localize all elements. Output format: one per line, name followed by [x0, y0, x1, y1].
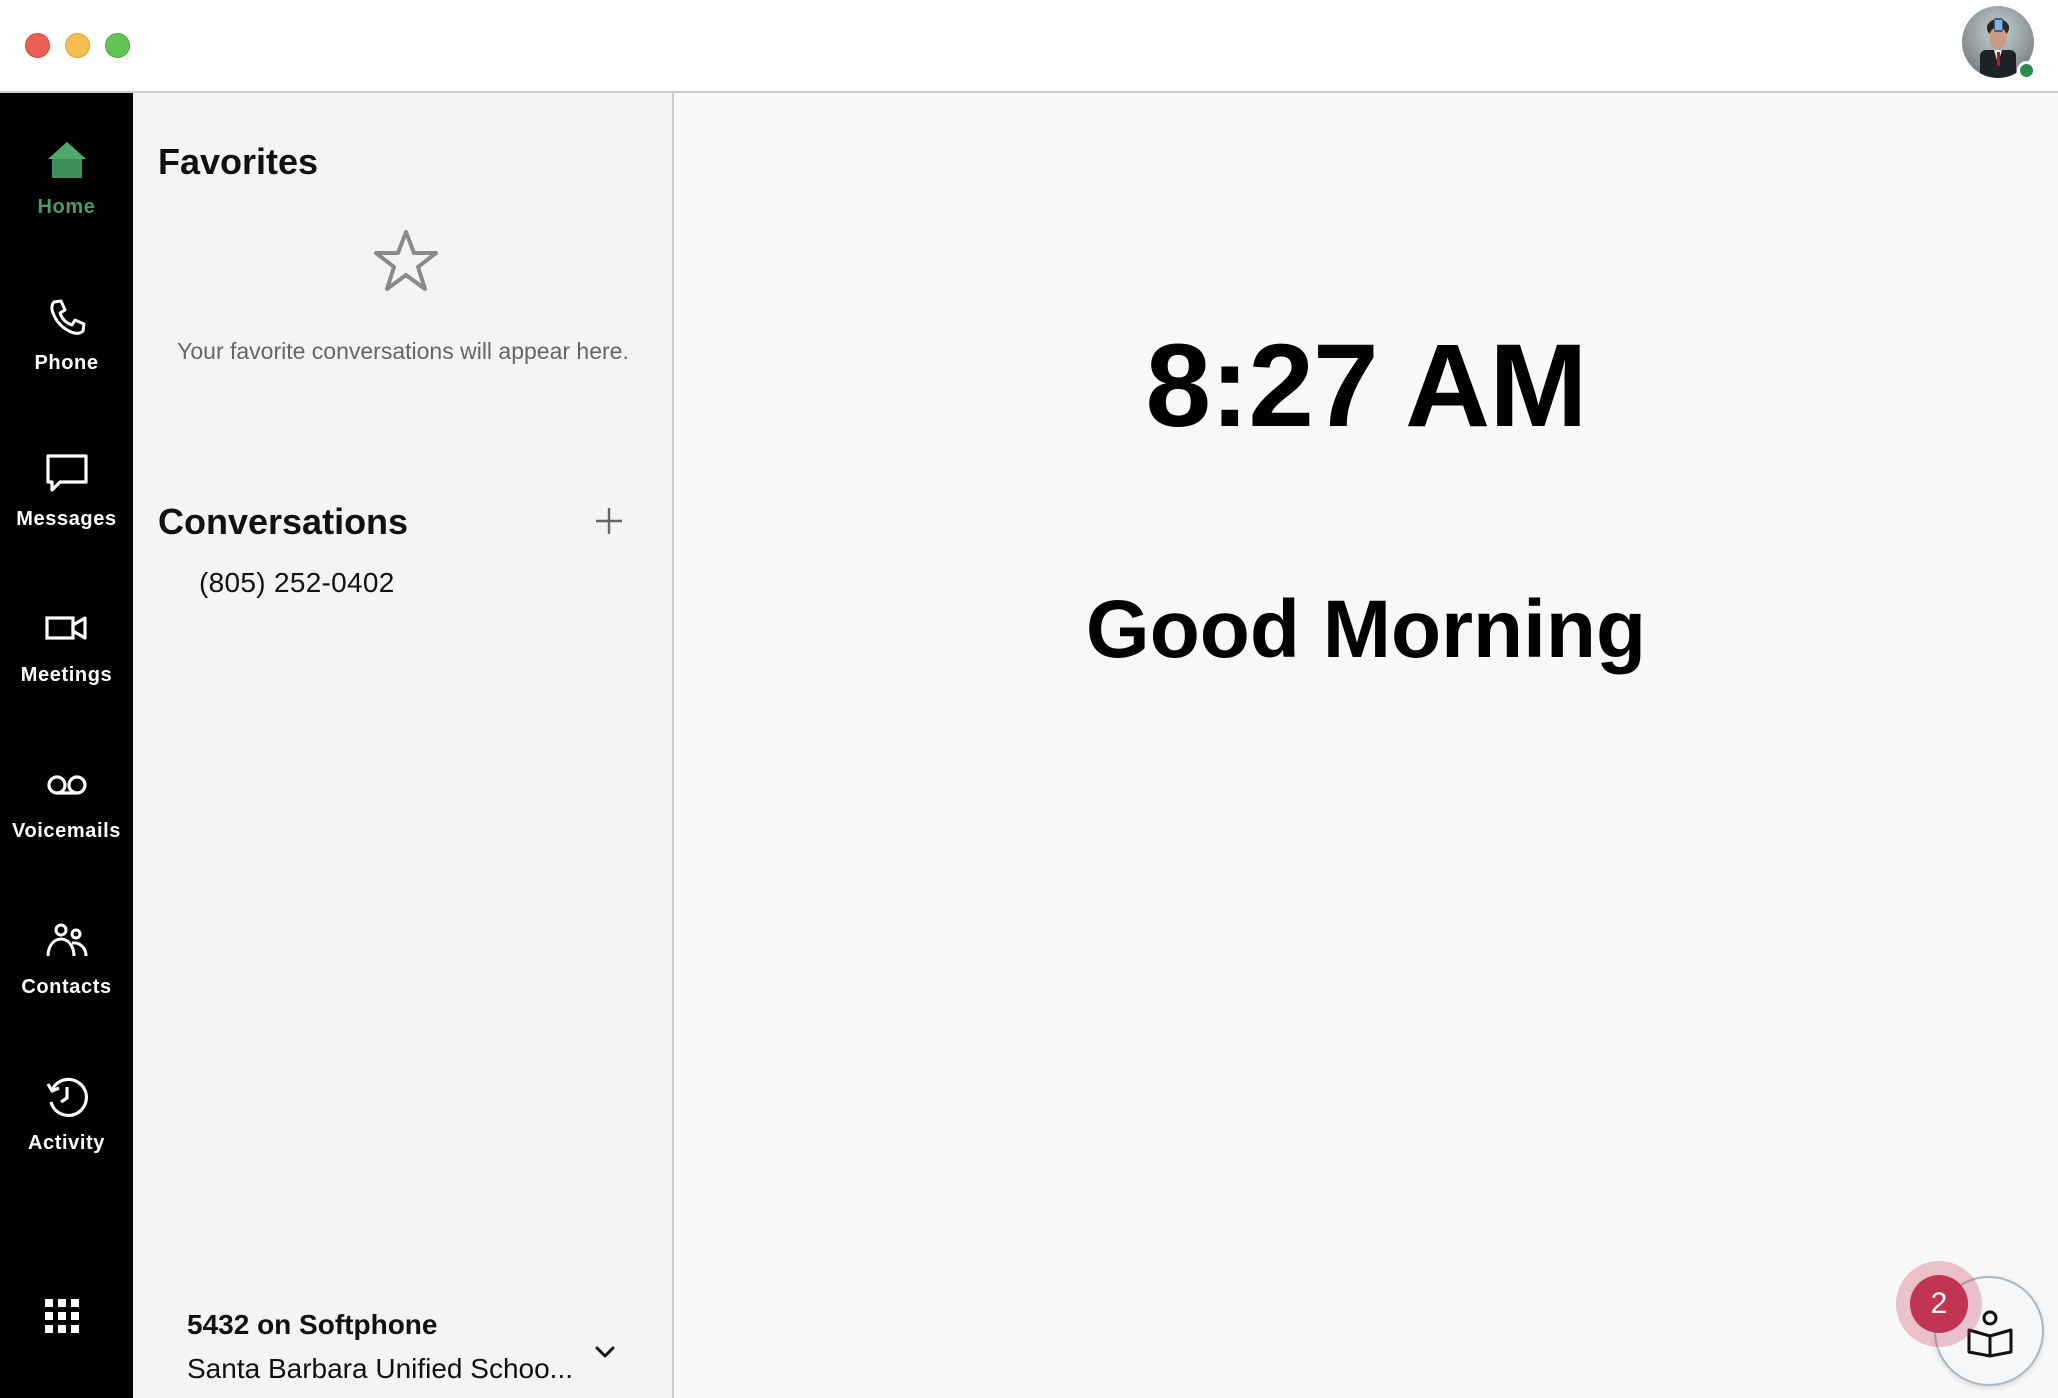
nav-item-phone[interactable]: Phone — [0, 294, 133, 444]
nav-item-meetings[interactable]: Meetings — [0, 606, 133, 756]
greeting: Good Morning — [1085, 584, 1647, 675]
favorites-title: Favorites — [158, 141, 319, 182]
conversation-item[interactable]: (805) 252-0402 — [199, 567, 395, 599]
voicemail-icon — [46, 775, 87, 795]
video-camera-icon — [44, 616, 87, 640]
home-main: 8:27 AM Good Morning — [674, 93, 2058, 1398]
current-time: 8:27 AM — [1145, 320, 1587, 452]
chevron-down-icon[interactable] — [590, 1337, 620, 1367]
nav-label-voicemails: Voicemails — [11, 820, 122, 842]
message-icon — [45, 454, 88, 492]
nav-label-activity: Activity — [27, 1132, 106, 1154]
plus-icon[interactable] — [593, 505, 625, 537]
window-close-button[interactable] — [25, 33, 50, 58]
notification-badge[interactable]: 2 — [1910, 1275, 1968, 1333]
line-name: 5432 on Softphone — [187, 1309, 438, 1340]
app-grid-icon[interactable] — [44, 1298, 80, 1334]
star-icon — [374, 230, 438, 291]
contacts-icon — [46, 923, 87, 957]
conversations-panel: Favorites Your favorite conversations wi… — [133, 93, 674, 1398]
window-minimize-button[interactable] — [65, 33, 90, 58]
line-selector[interactable]: 5432 on Softphone Santa Barbara Unified … — [133, 1293, 672, 1398]
window-titlebar — [0, 0, 2058, 93]
nav-label-meetings: Meetings — [20, 664, 113, 686]
line-organization: Santa Barbara Unified Schoo... — [187, 1353, 574, 1384]
nav-item-voicemails[interactable]: Voicemails — [0, 762, 133, 912]
favorites-empty-message: Your favorite conversations will appear … — [177, 338, 629, 364]
nav-label-home: Home — [37, 196, 96, 218]
nav-label-contacts: Contacts — [21, 976, 112, 998]
phone-icon — [49, 299, 85, 335]
nav-item-contacts[interactable]: Contacts — [0, 918, 133, 1068]
history-icon — [46, 1077, 88, 1117]
conversations-title: Conversations — [158, 501, 409, 542]
nav-label-messages: Messages — [16, 508, 117, 530]
nav-rail: Home Phone Messages Meetings Voicemails — [0, 93, 133, 1398]
user-avatar[interactable] — [1962, 6, 2036, 80]
home-icon — [47, 142, 86, 178]
nav-item-activity[interactable]: Activity — [0, 1074, 133, 1224]
nav-item-messages[interactable]: Messages — [0, 450, 133, 600]
nav-label-phone: Phone — [34, 352, 99, 374]
window-zoom-button[interactable] — [105, 33, 130, 58]
presence-status-dot — [2017, 61, 2036, 80]
nav-item-home[interactable]: Home — [0, 138, 133, 288]
